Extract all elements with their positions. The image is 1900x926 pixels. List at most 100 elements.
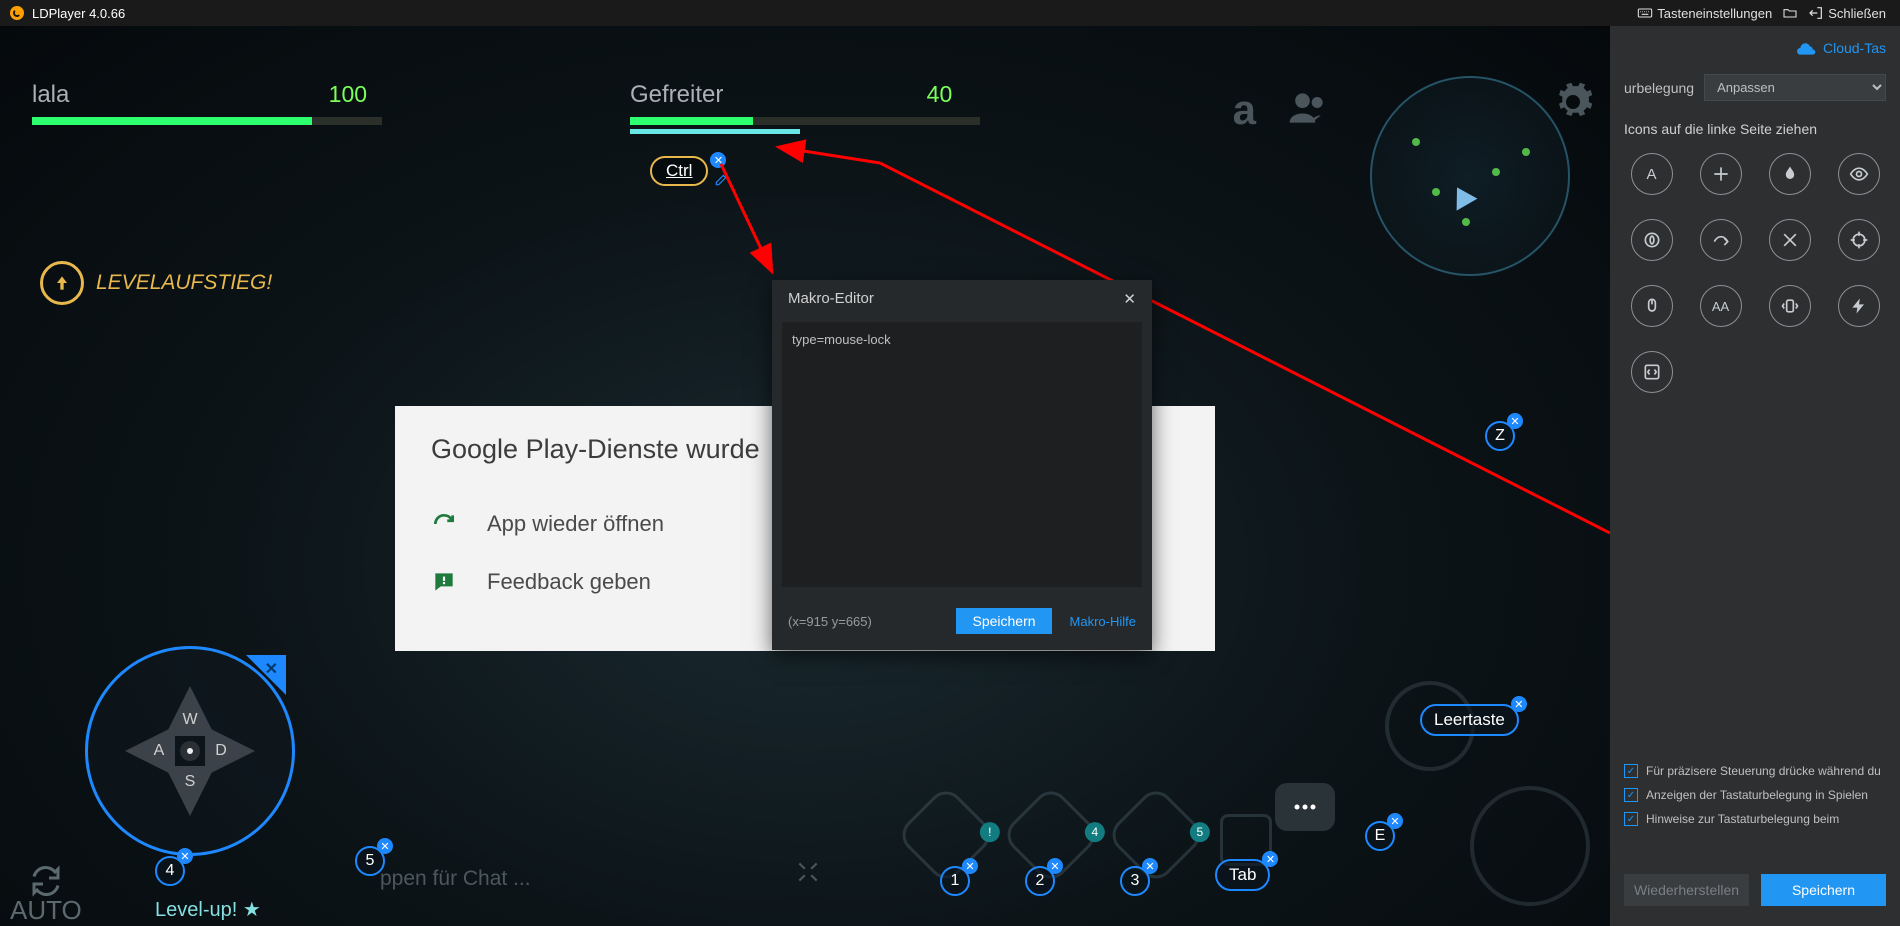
ldplayer-logo-icon bbox=[10, 6, 24, 20]
macro-editor-close[interactable]: ✕ bbox=[1123, 290, 1136, 308]
hud-player-left: lala 100 bbox=[32, 81, 382, 125]
cloud-icon bbox=[1797, 41, 1817, 55]
chk-hints-label: Hinweise zur Tastaturbelegung beim bbox=[1646, 812, 1839, 826]
chk-show-label: Anzeigen der Tastaturbelegung in Spielen bbox=[1646, 788, 1868, 802]
keybind-tab[interactable]: Tab✕ bbox=[1215, 859, 1270, 891]
keybind-1[interactable]: 1✕ bbox=[940, 866, 970, 896]
player2-healthbar bbox=[630, 117, 980, 125]
player2-score: 40 bbox=[927, 81, 953, 108]
save-button[interactable]: Speichern bbox=[1761, 874, 1886, 906]
play-dialog-retry-label: App wieder öffnen bbox=[487, 511, 664, 537]
folder-icon bbox=[1782, 5, 1798, 21]
macro-help-link[interactable]: Makro-Hilfe bbox=[1070, 614, 1136, 629]
tool-cross-icon[interactable] bbox=[1700, 153, 1742, 195]
delete-icon[interactable]: ✕ bbox=[1387, 813, 1403, 829]
macro-editor-dialog: Makro-Editor ✕ type=mouse-lock (x=915 y=… bbox=[772, 280, 1152, 650]
tool-text-icon[interactable]: AA bbox=[1700, 285, 1742, 327]
tool-tap-icon[interactable]: A bbox=[1631, 153, 1673, 195]
skill-badge: ! bbox=[980, 822, 1000, 842]
auto-button[interactable]: AUTO bbox=[10, 863, 82, 926]
tool-mouse-icon[interactable] bbox=[1631, 285, 1673, 327]
macro-editor-textarea[interactable]: type=mouse-lock bbox=[782, 322, 1142, 587]
restore-button[interactable]: Wiederherstellen bbox=[1624, 874, 1749, 906]
keybind-3[interactable]: 3✕ bbox=[1120, 866, 1150, 896]
delete-icon[interactable]: ✕ bbox=[1511, 696, 1527, 712]
delete-icon[interactable]: ✕ bbox=[1262, 851, 1278, 867]
keybind-ctrl[interactable]: Ctrl ✕ bbox=[650, 156, 708, 186]
layout-select[interactable]: Anpassen bbox=[1704, 74, 1886, 101]
delete-icon[interactable]: ✕ bbox=[177, 848, 193, 864]
player2-subbar bbox=[630, 129, 800, 134]
keybind-ctrl-label: Ctrl bbox=[666, 161, 692, 180]
folder-button[interactable] bbox=[1782, 5, 1798, 21]
dpad-a-key[interactable]: A bbox=[125, 726, 175, 776]
player1-healthbar bbox=[32, 117, 382, 125]
delete-icon[interactable]: ✕ bbox=[1047, 858, 1063, 874]
player2-name: Gefreiter bbox=[630, 81, 780, 109]
delete-icon[interactable]: ✕ bbox=[1142, 858, 1158, 874]
auto-label: AUTO bbox=[10, 895, 82, 926]
tool-combat-icon[interactable] bbox=[1769, 219, 1811, 261]
keybind-2[interactable]: 2✕ bbox=[1025, 866, 1055, 896]
chat-hint[interactable]: ppen für Chat ... bbox=[380, 867, 531, 891]
tool-aim-icon[interactable] bbox=[1838, 219, 1880, 261]
keyboard-icon bbox=[1637, 5, 1653, 21]
keyboard-settings-label: Tasteneinstellungen bbox=[1657, 6, 1772, 21]
delete-icon[interactable]: ✕ bbox=[1507, 413, 1523, 429]
delete-icon[interactable]: ✕ bbox=[377, 838, 393, 854]
keybind-ctrl-delete[interactable]: ✕ bbox=[710, 152, 726, 168]
keybind-ctrl-edit[interactable] bbox=[714, 172, 728, 192]
tool-script-icon[interactable] bbox=[1631, 351, 1673, 393]
macro-save-button[interactable]: Speichern bbox=[956, 608, 1051, 634]
feedback-icon bbox=[431, 569, 457, 595]
chk-precise-label: Für präzisere Steuerung drücke während d… bbox=[1646, 764, 1881, 778]
cycle-icon bbox=[28, 863, 64, 899]
levelup-text: LEVELAUFSTIEG! bbox=[96, 271, 272, 295]
friends-icon[interactable] bbox=[1286, 86, 1330, 140]
dpad-center bbox=[180, 741, 200, 761]
dpad-d-key[interactable]: D bbox=[205, 726, 255, 776]
tool-fire-icon[interactable] bbox=[1769, 153, 1811, 195]
app-titlebar: LDPlayer 4.0.66 Tasteneinstellungen Schl… bbox=[0, 0, 1900, 26]
player1-score: 100 bbox=[329, 81, 367, 108]
exit-icon bbox=[1808, 5, 1824, 21]
dpad-close-icon[interactable]: ✕ bbox=[265, 659, 278, 679]
game-chat-bubble[interactable] bbox=[1275, 783, 1335, 831]
close-button[interactable]: Schließen bbox=[1808, 5, 1886, 21]
game-main-attack[interactable] bbox=[1470, 786, 1590, 906]
delete-icon[interactable]: ✕ bbox=[962, 858, 978, 874]
layout-label: urbelegung bbox=[1624, 80, 1694, 96]
macro-editor-title: Makro-Editor bbox=[788, 290, 874, 308]
levelup-bottom-text: Level-up! ★ bbox=[155, 897, 261, 922]
tool-shake-icon[interactable] bbox=[1769, 285, 1811, 327]
checkbox-precise[interactable]: ✓ Für präzisere Steuerung drücke während… bbox=[1624, 764, 1886, 778]
levelup-banner: LEVELAUFSTIEG! bbox=[40, 261, 272, 305]
checkbox-hints[interactable]: ✓ Hinweise zur Tastaturbelegung beim bbox=[1624, 812, 1886, 826]
hud-player-center: Gefreiter 40 bbox=[630, 81, 980, 134]
expand-icon[interactable] bbox=[795, 859, 821, 890]
tool-view-icon[interactable] bbox=[1838, 153, 1880, 195]
keybind-z[interactable]: Z✕ bbox=[1485, 421, 1515, 451]
tool-swipe-icon[interactable] bbox=[1700, 219, 1742, 261]
close-label: Schließen bbox=[1828, 6, 1886, 21]
macro-coords: (x=915 y=665) bbox=[788, 614, 872, 629]
skill-badge: 4 bbox=[1085, 822, 1105, 842]
app-title: LDPlayer 4.0.66 bbox=[32, 6, 125, 21]
checkbox-show-mapping[interactable]: ✓ Anzeigen der Tastaturbelegung in Spiel… bbox=[1624, 788, 1886, 802]
player1-name: lala bbox=[32, 81, 182, 109]
hud-top-icons: a bbox=[1233, 86, 1330, 140]
keymapping-sidepanel: Cloud-Tas urbelegung Anpassen Icons auf … bbox=[1610, 26, 1900, 926]
minimap[interactable] bbox=[1370, 76, 1570, 276]
tool-macro-icon[interactable] bbox=[1838, 285, 1880, 327]
levelup-circle-icon bbox=[40, 261, 84, 305]
dpad-mapping[interactable]: ✕ W S A D bbox=[85, 646, 295, 856]
keybind-space[interactable]: Leertaste✕ bbox=[1420, 704, 1519, 736]
cloud-label: Cloud-Tas bbox=[1823, 40, 1886, 56]
keybind-4[interactable]: 4✕ bbox=[155, 856, 185, 886]
cloud-sync-link[interactable]: Cloud-Tas bbox=[1624, 40, 1886, 56]
shop-icon[interactable]: a bbox=[1233, 86, 1256, 140]
play-dialog-feedback-label: Feedback geben bbox=[487, 569, 651, 595]
tool-gravity-icon[interactable] bbox=[1631, 219, 1673, 261]
keyboard-settings-button[interactable]: Tasteneinstellungen bbox=[1637, 5, 1772, 21]
keybind-e[interactable]: E✕ bbox=[1365, 821, 1395, 851]
